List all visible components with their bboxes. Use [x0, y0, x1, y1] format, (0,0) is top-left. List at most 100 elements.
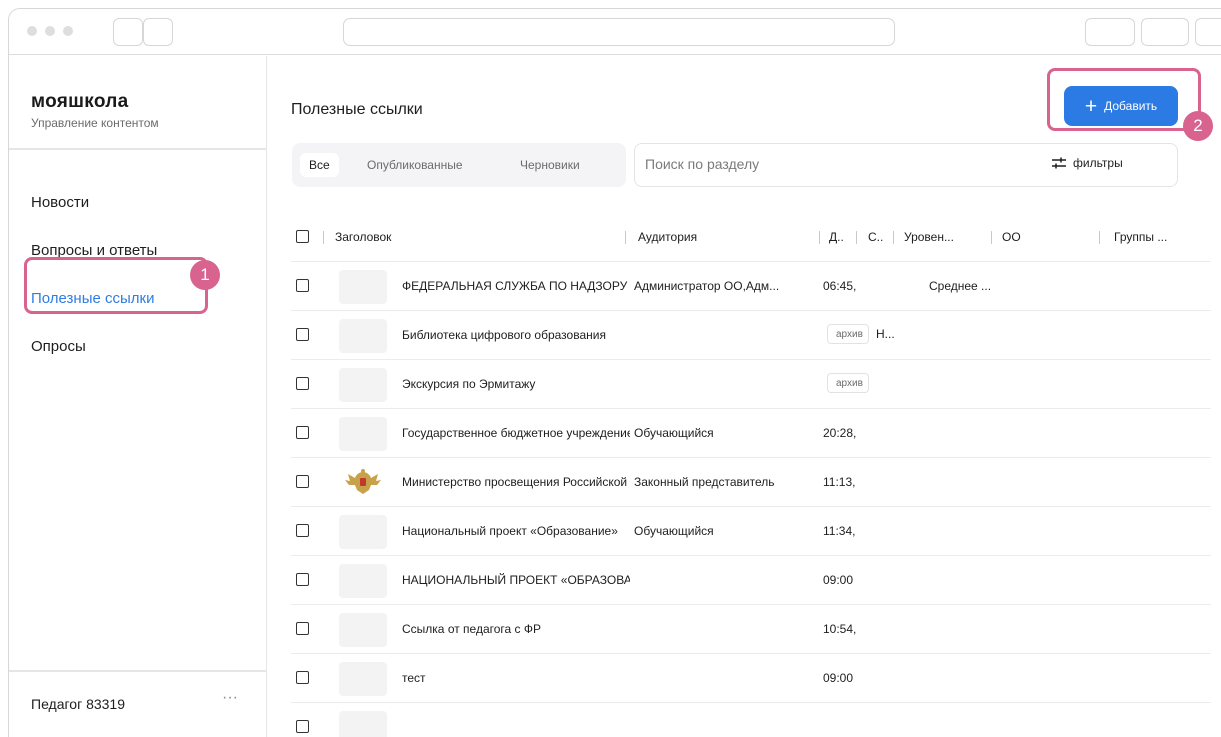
row-checkbox[interactable] [296, 426, 309, 439]
row-thumbnail [339, 368, 387, 402]
annotation-badge-1: 1 [190, 260, 220, 290]
row-checkbox[interactable] [296, 377, 309, 390]
table-row[interactable]: Национальный проект «Образование» Обучаю… [291, 508, 1211, 556]
row-thumbnail [339, 662, 387, 696]
row-audience: Администратор ОО,Адм... [634, 279, 780, 293]
status-badge: архив [827, 373, 869, 393]
add-button-label: Добавить [1104, 99, 1158, 113]
sidebar-item-useful-links[interactable]: Полезные ссылки [31, 290, 155, 307]
more-icon[interactable]: ··· [222, 689, 238, 707]
forward-button[interactable] [143, 18, 173, 46]
row-checkbox[interactable] [296, 720, 309, 733]
row-date: 06:45, [823, 279, 857, 293]
row-checkbox[interactable] [296, 475, 309, 488]
add-button[interactable]: + Добавить [1064, 86, 1178, 126]
search-input[interactable] [645, 152, 1025, 176]
tab-published[interactable]: Опубликованные [358, 153, 472, 177]
row-thumbnail [339, 417, 387, 451]
table-row[interactable]: Библиотека цифрового образования архив Н… [291, 312, 1211, 360]
emblem-icon [339, 466, 387, 500]
status-badge: архив [827, 324, 869, 344]
address-bar[interactable] [343, 18, 895, 46]
row-thumbnail [339, 613, 387, 647]
row-status-extra: Н... [876, 327, 895, 341]
row-checkbox[interactable] [296, 671, 309, 684]
column-divider [625, 231, 626, 244]
table-row[interactable]: Экскурсия по Эрмитажу архив [291, 361, 1211, 409]
row-checkbox[interactable] [296, 279, 309, 292]
sidebar-divider [9, 670, 266, 672]
row-date: 20:28, [823, 426, 857, 440]
table-row[interactable]: Ссылка от педагога с ФР 10:54, [291, 606, 1211, 654]
table-row[interactable] [291, 704, 1211, 737]
browser-action-button[interactable] [1195, 18, 1221, 46]
main-content: Полезные ссылки + Добавить Все Опубликов… [269, 56, 1221, 737]
sidebar-item-faq[interactable]: Вопросы и ответы [31, 242, 157, 259]
column-divider [819, 231, 820, 244]
browser-action-button[interactable] [1085, 18, 1135, 46]
page-title: Полезные ссылки [291, 101, 423, 118]
sidebar-item-polls[interactable]: Опросы [31, 338, 86, 355]
window-dot-close[interactable] [27, 26, 37, 36]
sidebar-divider [9, 148, 266, 150]
table-row[interactable]: тест 09:00 [291, 655, 1211, 703]
window-dot-minimize[interactable] [45, 26, 55, 36]
tab-all[interactable]: Все [300, 153, 339, 177]
browser-action-button[interactable] [1141, 18, 1189, 46]
row-checkbox[interactable] [296, 622, 309, 635]
sidebar-item-news[interactable]: Новости [31, 194, 89, 211]
search-box: фильтры [634, 143, 1178, 187]
row-title[interactable]: Министерство просвещения Российской [402, 475, 630, 489]
table-row[interactable]: НАЦИОНАЛЬНЫЙ ПРОЕКТ «ОБРАЗОВАНИЕ» 09:00 [291, 557, 1211, 605]
row-thumbnail [339, 711, 387, 737]
plus-icon: + [1084, 94, 1098, 118]
row-title[interactable]: Государственное бюджетное учреждение [402, 426, 630, 440]
table-row[interactable]: Министерство просвещения Российской Зако… [291, 459, 1211, 507]
row-title[interactable]: ФЕДЕРАЛЬНАЯ СЛУЖБА ПО НАДЗОРУ [402, 279, 630, 293]
column-header-status[interactable]: С.. [868, 230, 883, 244]
row-title[interactable]: Национальный проект «Образование» [402, 524, 630, 538]
row-thumbnail [339, 319, 387, 353]
annotation-badge-2: 2 [1183, 111, 1213, 141]
table-row[interactable]: ФЕДЕРАЛЬНАЯ СЛУЖБА ПО НАДЗОРУ Администра… [291, 263, 1211, 311]
column-header-title[interactable]: Заголовок [335, 230, 391, 244]
filters-button[interactable]: фильтры [1051, 156, 1123, 170]
row-title[interactable]: Библиотека цифрового образования [402, 328, 630, 342]
row-level: Среднее ... [929, 279, 992, 293]
row-checkbox[interactable] [296, 328, 309, 341]
column-header-date[interactable]: Д.. [829, 230, 844, 244]
row-date: 09:00 [823, 671, 854, 685]
row-thumbnail [339, 564, 387, 598]
column-divider [991, 231, 992, 244]
column-divider [893, 231, 894, 244]
row-date: 10:54, [823, 622, 857, 636]
row-thumbnail [339, 515, 387, 549]
row-title[interactable]: Экскурсия по Эрмитажу [402, 377, 630, 391]
row-checkbox[interactable] [296, 573, 309, 586]
select-all-checkbox[interactable] [296, 230, 309, 243]
row-audience: Законный представитель [634, 475, 775, 489]
column-header-org[interactable]: ОО [1002, 230, 1021, 244]
browser-titlebar [9, 9, 1221, 55]
table-header: Заголовок Аудитория Д.. С.. Уровен... ОО… [291, 226, 1211, 262]
table-row[interactable]: Государственное бюджетное учреждение Обу… [291, 410, 1211, 458]
back-button[interactable] [113, 18, 143, 46]
row-title[interactable]: НАЦИОНАЛЬНЫЙ ПРОЕКТ «ОБРАЗОВАНИЕ» [402, 573, 630, 587]
row-date: 09:00 [823, 573, 854, 587]
tab-drafts[interactable]: Черновики [511, 153, 589, 177]
window-dot-maximize[interactable] [63, 26, 73, 36]
user-name[interactable]: Педагог 83319 [31, 696, 125, 712]
row-title[interactable]: Ссылка от педагога с ФР [402, 622, 630, 636]
column-header-groups[interactable]: Группы ... [1114, 230, 1167, 244]
column-header-level[interactable]: Уровен... [904, 230, 954, 244]
window-controls [27, 26, 73, 36]
column-header-audience[interactable]: Аудитория [638, 230, 697, 244]
brand-subtitle: Управление контентом [31, 116, 159, 130]
row-audience: Обучающийся [634, 426, 714, 440]
row-title[interactable]: тест [402, 671, 630, 685]
column-divider [323, 231, 324, 244]
sidebar: мояшкола Управление контентом Новости Во… [9, 56, 267, 737]
row-audience: Обучающийся [634, 524, 714, 538]
filters-label: фильтры [1073, 156, 1123, 170]
row-checkbox[interactable] [296, 524, 309, 537]
